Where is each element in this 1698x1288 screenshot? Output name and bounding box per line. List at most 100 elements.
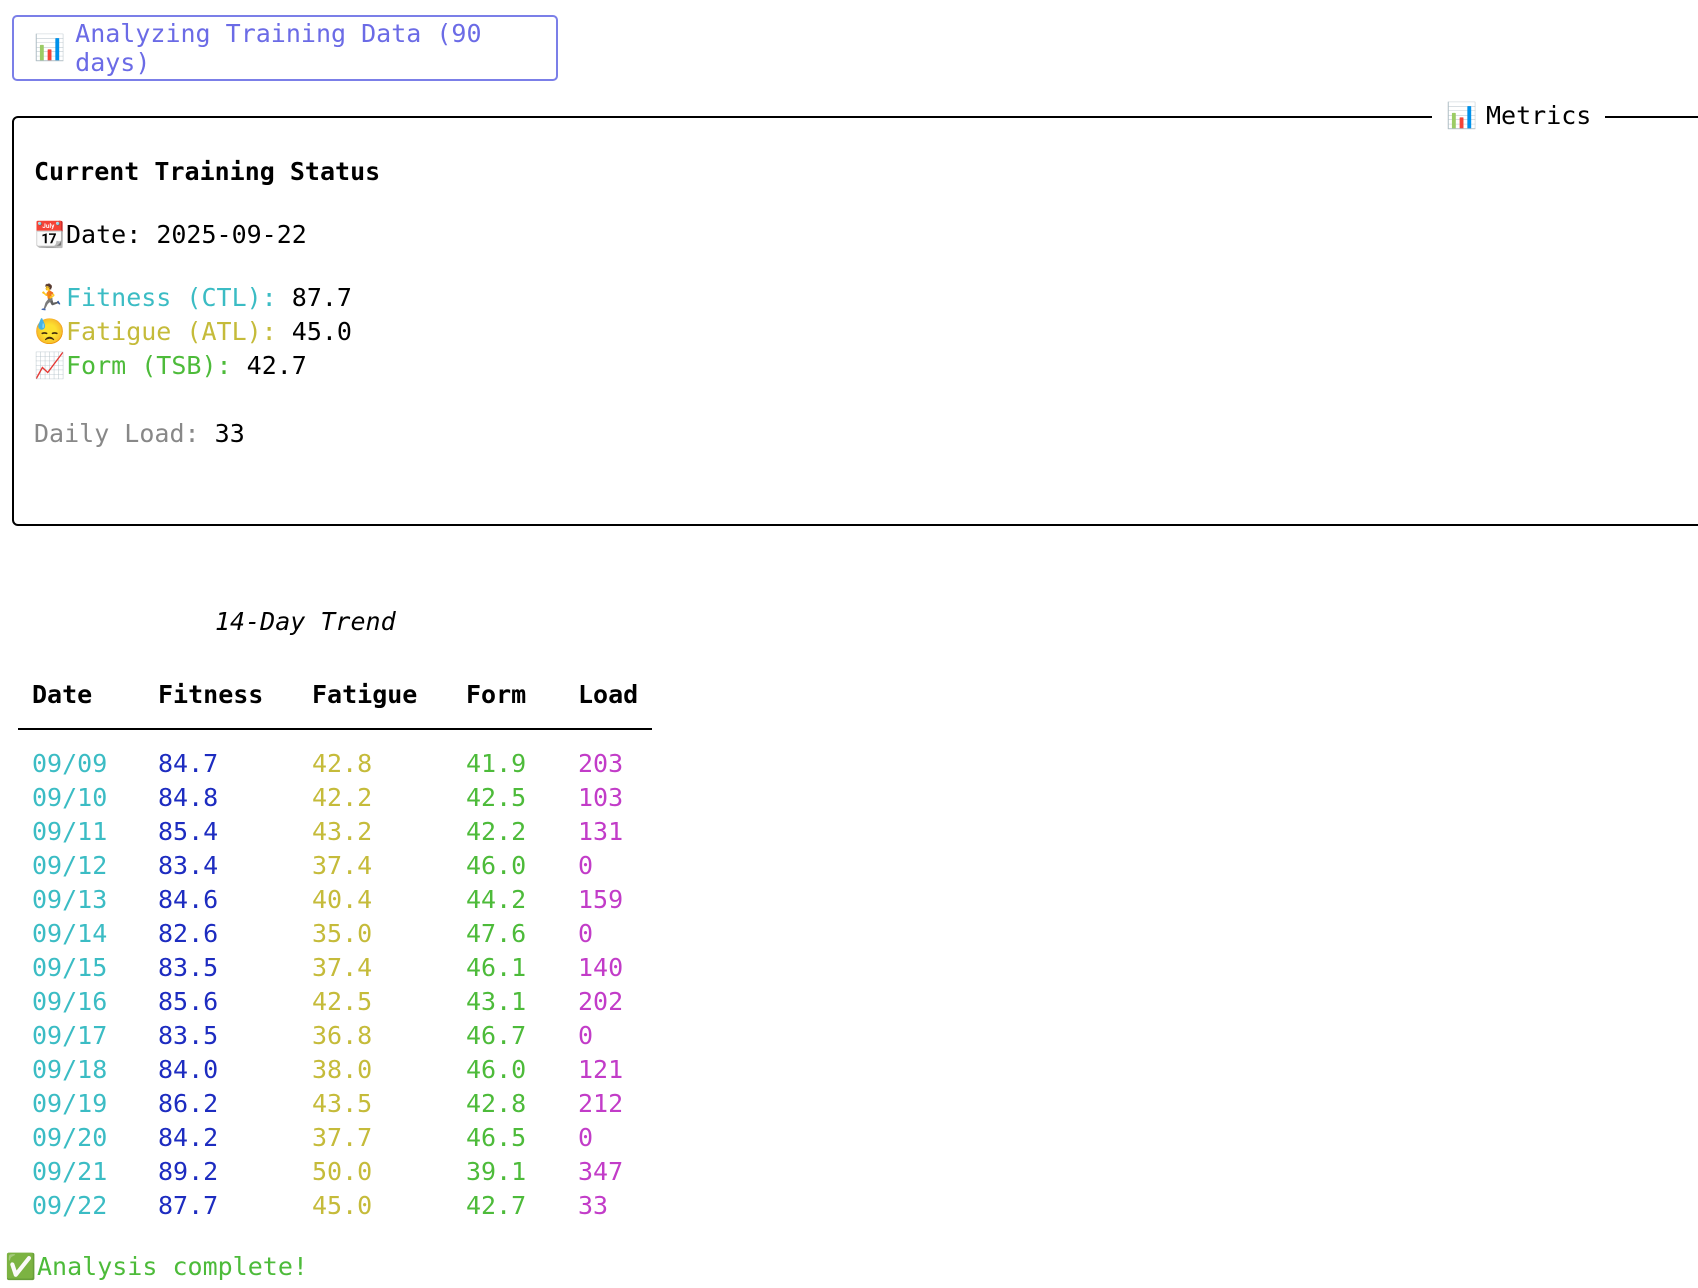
cell-fatigue: 42.2 <box>312 782 373 812</box>
fitness-label: Fitness (CTL): <box>66 283 277 312</box>
cell-fatigue: 35.0 <box>312 918 373 948</box>
cell-load: 121 <box>578 1054 624 1084</box>
table-row: 09/22 87.7 45.0 42.7 33 <box>18 1188 652 1222</box>
table-row: 09/19 86.2 43.5 42.8 212 <box>18 1086 652 1120</box>
fatigue-label: Fatigue (ATL): <box>66 317 277 346</box>
chart-increasing-icon: 📈 <box>34 351 66 380</box>
cell-fatigue: 36.8 <box>312 1020 373 1050</box>
table-row: 09/11 85.4 43.2 42.2 131 <box>18 814 652 848</box>
metrics-panel-title: 📊 Metrics <box>1432 96 1606 136</box>
cell-fitness: 83.5 <box>158 952 219 982</box>
cell-form: 46.1 <box>466 952 527 982</box>
cell-load: 103 <box>578 782 624 812</box>
table-row: 09/20 84.2 37.7 46.5 0 <box>18 1120 652 1154</box>
cell-date: 09/09 <box>32 748 108 778</box>
cell-date: 09/20 <box>32 1122 108 1152</box>
column-header-load: Load <box>578 679 639 709</box>
table-row: 09/16 85.6 42.5 43.1 202 <box>18 984 652 1018</box>
column-header-fitness: Fitness <box>158 679 264 709</box>
cell-date: 09/12 <box>32 850 108 880</box>
cell-fitness: 84.0 <box>158 1054 219 1084</box>
fitness-value: 87.7 <box>291 283 352 312</box>
cell-fitness: 84.8 <box>158 782 219 812</box>
analysis-header: 📊 Analyzing Training Data (90 days) <box>12 15 558 81</box>
cell-load: 212 <box>578 1088 624 1118</box>
cell-load: 203 <box>578 748 624 778</box>
cell-fatigue: 38.0 <box>312 1054 373 1084</box>
daily-load-label: Daily Load: <box>34 419 200 448</box>
cell-form: 39.1 <box>466 1156 527 1186</box>
cell-date: 09/17 <box>32 1020 108 1050</box>
cell-load: 347 <box>578 1156 624 1186</box>
tired-face-icon: 😓 <box>34 317 66 346</box>
cell-fatigue: 45.0 <box>312 1190 373 1220</box>
cell-form: 42.7 <box>466 1190 527 1220</box>
cell-fatigue: 37.4 <box>312 952 373 982</box>
cell-date: 09/15 <box>32 952 108 982</box>
cell-date: 09/10 <box>32 782 108 812</box>
table-row: 09/21 89.2 50.0 39.1 347 <box>18 1154 652 1188</box>
cell-load: 0 <box>578 850 594 880</box>
cell-form: 41.9 <box>466 748 527 778</box>
cell-date: 09/21 <box>32 1156 108 1186</box>
column-header-date: Date <box>32 679 93 709</box>
cell-fitness: 82.6 <box>158 918 219 948</box>
cell-form: 46.0 <box>466 850 527 880</box>
cell-load: 159 <box>578 884 624 914</box>
cell-fatigue: 43.5 <box>312 1088 373 1118</box>
table-row: 09/10 84.8 42.2 42.5 103 <box>18 780 652 814</box>
analysis-header-text: Analyzing Training Data (90 days) <box>75 19 482 77</box>
cell-fatigue: 42.8 <box>312 748 373 778</box>
cell-fitness: 83.5 <box>158 1020 219 1050</box>
cell-fitness: 85.4 <box>158 816 219 846</box>
cell-date: 09/14 <box>32 918 108 948</box>
cell-fitness: 84.2 <box>158 1122 219 1152</box>
cell-fitness: 87.7 <box>158 1190 219 1220</box>
daily-load-value: 33 <box>214 419 245 448</box>
cell-form: 42.8 <box>466 1088 527 1118</box>
date-row: 📆Date: 2025-09-22 <box>34 218 307 252</box>
cell-form: 47.6 <box>466 918 527 948</box>
table-row: 09/12 83.4 37.4 46.0 0 <box>18 848 652 882</box>
check-mark-icon: ✅ <box>5 1252 37 1281</box>
status-message: ✅Analysis complete! <box>5 1252 308 1282</box>
cell-load: 0 <box>578 1020 594 1050</box>
table-row: 09/13 84.6 40.4 44.2 159 <box>18 882 652 916</box>
cell-date: 09/13 <box>32 884 108 914</box>
calendar-icon: 📆 <box>34 220 66 249</box>
table-row: 09/15 83.5 37.4 46.1 140 <box>18 950 652 984</box>
cell-form: 43.1 <box>466 986 527 1016</box>
cell-fatigue: 43.2 <box>312 816 373 846</box>
cell-form: 46.5 <box>466 1122 527 1152</box>
metrics-title-text: Metrics <box>1486 101 1592 130</box>
column-header-fatigue: Fatigue <box>312 679 418 709</box>
form-row: 📈Form (TSB): 42.7 <box>34 349 307 383</box>
form-value: 42.7 <box>246 351 307 380</box>
trend-table-body: 09/09 84.7 42.8 41.9 203 09/10 84.8 42.2 42.5 103… <box>18 729 652 1222</box>
date-value: 2025-09-22 <box>156 220 307 249</box>
cell-date: 09/16 <box>32 986 108 1016</box>
cell-form: 46.7 <box>466 1020 527 1050</box>
cell-fitness: 86.2 <box>158 1088 219 1118</box>
cell-fitness: 83.4 <box>158 850 219 880</box>
cell-fatigue: 40.4 <box>312 884 373 914</box>
cell-load: 140 <box>578 952 624 982</box>
fitness-row: 🏃Fitness (CTL): 87.7 <box>34 281 352 315</box>
cell-fatigue: 37.7 <box>312 1122 373 1152</box>
runner-icon: 🏃 <box>34 283 66 312</box>
cell-date: 09/18 <box>32 1054 108 1084</box>
cell-date: 09/11 <box>32 816 108 846</box>
cell-fatigue: 50.0 <box>312 1156 373 1186</box>
trend-table-header-row: Date Fitness Fatigue Form Load <box>18 672 652 729</box>
table-row: 09/14 82.6 35.0 47.6 0 <box>18 916 652 950</box>
trend-table: Date Fitness Fatigue Form Load 09/09 84.7… <box>18 672 652 1222</box>
cell-load: 0 <box>578 1122 594 1152</box>
cell-date: 09/22 <box>32 1190 108 1220</box>
cell-load: 202 <box>578 986 624 1016</box>
status-text: Analysis complete! <box>37 1252 308 1281</box>
date-label: Date: <box>66 220 142 249</box>
cell-fitness: 85.6 <box>158 986 219 1016</box>
cell-form: 42.5 <box>466 782 527 812</box>
cell-fitness: 84.7 <box>158 748 219 778</box>
bar-chart-icon: 📊 <box>34 33 66 62</box>
